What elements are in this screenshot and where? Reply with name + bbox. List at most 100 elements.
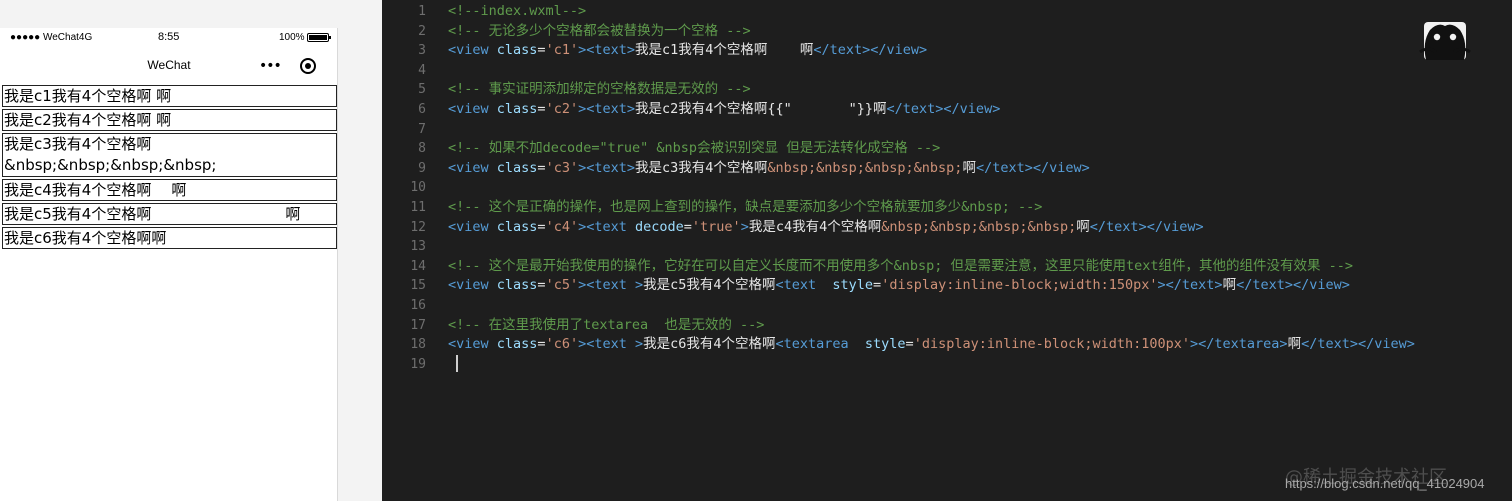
code-token: </text></view> (1089, 218, 1204, 235)
line-number-gutter: 1 2 3 4 5 6 7 8 9 10 11 12 13 14 15 16 17 18 19 (382, 2, 430, 374)
code-token: </text></view> (813, 42, 928, 59)
code-line[interactable]: <view class='c6'><text >我是c6我有4个空格啊<text… (448, 335, 1512, 355)
line-number: 18 (410, 337, 426, 353)
code-token: style (864, 336, 906, 353)
view-c3-line1: 我是c3我有4个空格啊 (4, 135, 152, 153)
nav-title: WeChat (0, 58, 338, 72)
nav-bar: WeChat ••• (0, 48, 338, 84)
code-token: = (537, 277, 546, 294)
code-token: = (683, 218, 692, 235)
code-token: <view (448, 100, 497, 117)
code-token: class (496, 336, 538, 353)
view-c4-tail: 啊 (171, 181, 187, 199)
view-c5-tail: 啊 (285, 205, 301, 223)
line-number: 13 (410, 239, 426, 255)
code-line[interactable]: <view class='c4'><text decode='true'>我是c… (448, 218, 1512, 238)
code-token: 啊 (1222, 277, 1237, 294)
code-token: ><text > (578, 336, 644, 353)
line-number: 8 (418, 141, 426, 157)
code-token: class (496, 277, 538, 294)
code-token: <!-- 事实证明添加绑定的空格数据是无效的 --> (448, 81, 751, 98)
code-line[interactable]: <!-- 事实证明添加绑定的空格数据是无效的 --> (448, 80, 1512, 100)
code-token: 啊 (1287, 336, 1302, 353)
code-token: = (537, 100, 546, 117)
view-c6: 我是c6我有4个空格啊啊 (2, 227, 337, 249)
close-capsule-icon[interactable] (300, 58, 316, 74)
code-line[interactable]: <view class='c3'><text>我是c3我有4个空格啊&nbsp;… (448, 159, 1512, 179)
code-token: <!-- 如果不加decode="true" &nbsp会被识别突显 但是无法转… (448, 140, 941, 157)
line-number: 10 (410, 180, 426, 196)
code-line[interactable] (448, 178, 1512, 198)
code-line[interactable]: <!-- 如果不加decode="true" &nbsp会被识别突显 但是无法转… (448, 139, 1512, 159)
code-token: style (832, 277, 874, 294)
code-token: <!--index.wxml--> (448, 3, 587, 19)
code-token: <view (448, 42, 497, 59)
more-icon[interactable]: ••• (259, 59, 282, 73)
code-line[interactable]: <view class='c2'><text>我是c2我有4个空格啊{{" "}… (448, 100, 1512, 120)
view-c1-text: 我是c1我有4个空格啊 啊 (4, 87, 172, 105)
code-line[interactable] (448, 296, 1512, 316)
line-number: 15 (410, 278, 426, 294)
phone-screen: ●●●●● WeChat4G 8:55 100% WeChat ••• 我是c1… (0, 28, 338, 501)
code-line[interactable]: <!--index.wxml--> (448, 2, 1512, 22)
code-token: = (537, 159, 546, 176)
code-line[interactable]: <view class='c5'><text >我是c5我有4个空格啊<text… (448, 276, 1512, 296)
avatar-icon (1419, 22, 1471, 61)
code-line[interactable] (448, 355, 1512, 375)
line-number: 17 (410, 317, 426, 333)
code-token: class (496, 159, 538, 176)
code-token: decode (634, 218, 684, 235)
code-token: <!-- 这个是最开始我使用的操作，它好在可以自定义长度而不用使用多个&nbsp… (448, 257, 1354, 274)
code-token: <text (775, 277, 833, 294)
line-number: 2 (418, 23, 426, 39)
battery-icon (307, 33, 331, 42)
code-editor[interactable]: 1 2 3 4 5 6 7 8 9 10 11 12 13 14 15 16 17 18 19 <!--index.… (382, 0, 1512, 501)
code-line[interactable] (448, 61, 1512, 81)
code-token: <textarea (775, 336, 865, 353)
code-token: </text></view> (886, 100, 1001, 117)
source-url: https://blog.csdn.net/qq_41024904 (1285, 476, 1485, 491)
code-line[interactable]: <!-- 在这里我使用了textarea 也是无效的 --> (448, 316, 1512, 336)
page-body: 我是c1我有4个空格啊 啊 我是c2我有4个空格啊 啊 我是c3我有4个空格啊 … (2, 85, 338, 251)
line-number: 5 (418, 82, 426, 98)
code-token: ><text (578, 218, 635, 235)
code-token: 'c3' (545, 159, 579, 176)
code-token: > (740, 218, 749, 235)
code-line[interactable]: <!-- 这个是正确的操作，也是网上查到的操作，缺点是要添加多少个空格就要加多少… (448, 198, 1512, 218)
view-c4-text: 我是c4我有4个空格啊 (4, 181, 152, 199)
view-c3: 我是c3我有4个空格啊 &nbsp;&nbsp;&nbsp;&nbsp; (2, 133, 337, 177)
line-number: 6 (418, 101, 426, 117)
code-line[interactable] (448, 237, 1512, 257)
code-token: 啊 (962, 159, 976, 176)
view-c4: 我是c4我有4个空格啊 啊 (2, 179, 337, 201)
code-line[interactable]: <view class='c1'><text>我是c1我有4个空格啊 啊</te… (448, 41, 1512, 61)
code-token: 我是c1我有4个空格啊 啊 (634, 42, 814, 59)
code-token: class (496, 100, 538, 117)
code-line[interactable]: <!-- 无论多少个空格都会被替换为一个空格 --> (448, 22, 1512, 42)
code-token: ></text> (1157, 277, 1223, 294)
code-token: 'display:inline-block;width:150px' (881, 277, 1158, 294)
code-token: = (873, 277, 882, 294)
code-token: <view (448, 218, 497, 235)
code-area[interactable]: <!--index.wxml--> <!-- 无论多少个空格都会被替换为一个空格 … (448, 2, 1512, 374)
code-token: = (905, 336, 914, 353)
code-token: ><text> (578, 159, 635, 176)
code-token: 'c5' (545, 277, 579, 294)
code-line[interactable] (448, 120, 1512, 140)
code-token: ><text > (578, 277, 644, 294)
code-token: 'display:inline-block;width:100px' (913, 336, 1191, 353)
code-token: 'c2' (545, 100, 579, 117)
code-token: <view (448, 336, 497, 353)
code-line[interactable]: <!-- 这个是最开始我使用的操作，它好在可以自定义长度而不用使用多个&nbsp… (448, 257, 1512, 277)
view-c2-text: 我是c2我有4个空格啊 啊 (4, 111, 172, 129)
code-token: <!-- 在这里我使用了textarea 也是无效的 --> (448, 316, 765, 333)
code-token: 我是c6我有4个空格啊 (643, 336, 776, 353)
simulator-panel: ●●●●● WeChat4G 8:55 100% WeChat ••• 我是c1… (0, 0, 382, 501)
view-c6-text: 我是c6我有4个空格啊啊 (4, 229, 167, 247)
line-number: 4 (418, 62, 426, 78)
line-number: 19 (410, 356, 426, 372)
code-token: </text></view> (975, 159, 1090, 176)
code-token: 我是c3我有4个空格啊 (634, 159, 768, 176)
line-number: 11 (410, 199, 426, 215)
code-token: class (496, 42, 538, 59)
